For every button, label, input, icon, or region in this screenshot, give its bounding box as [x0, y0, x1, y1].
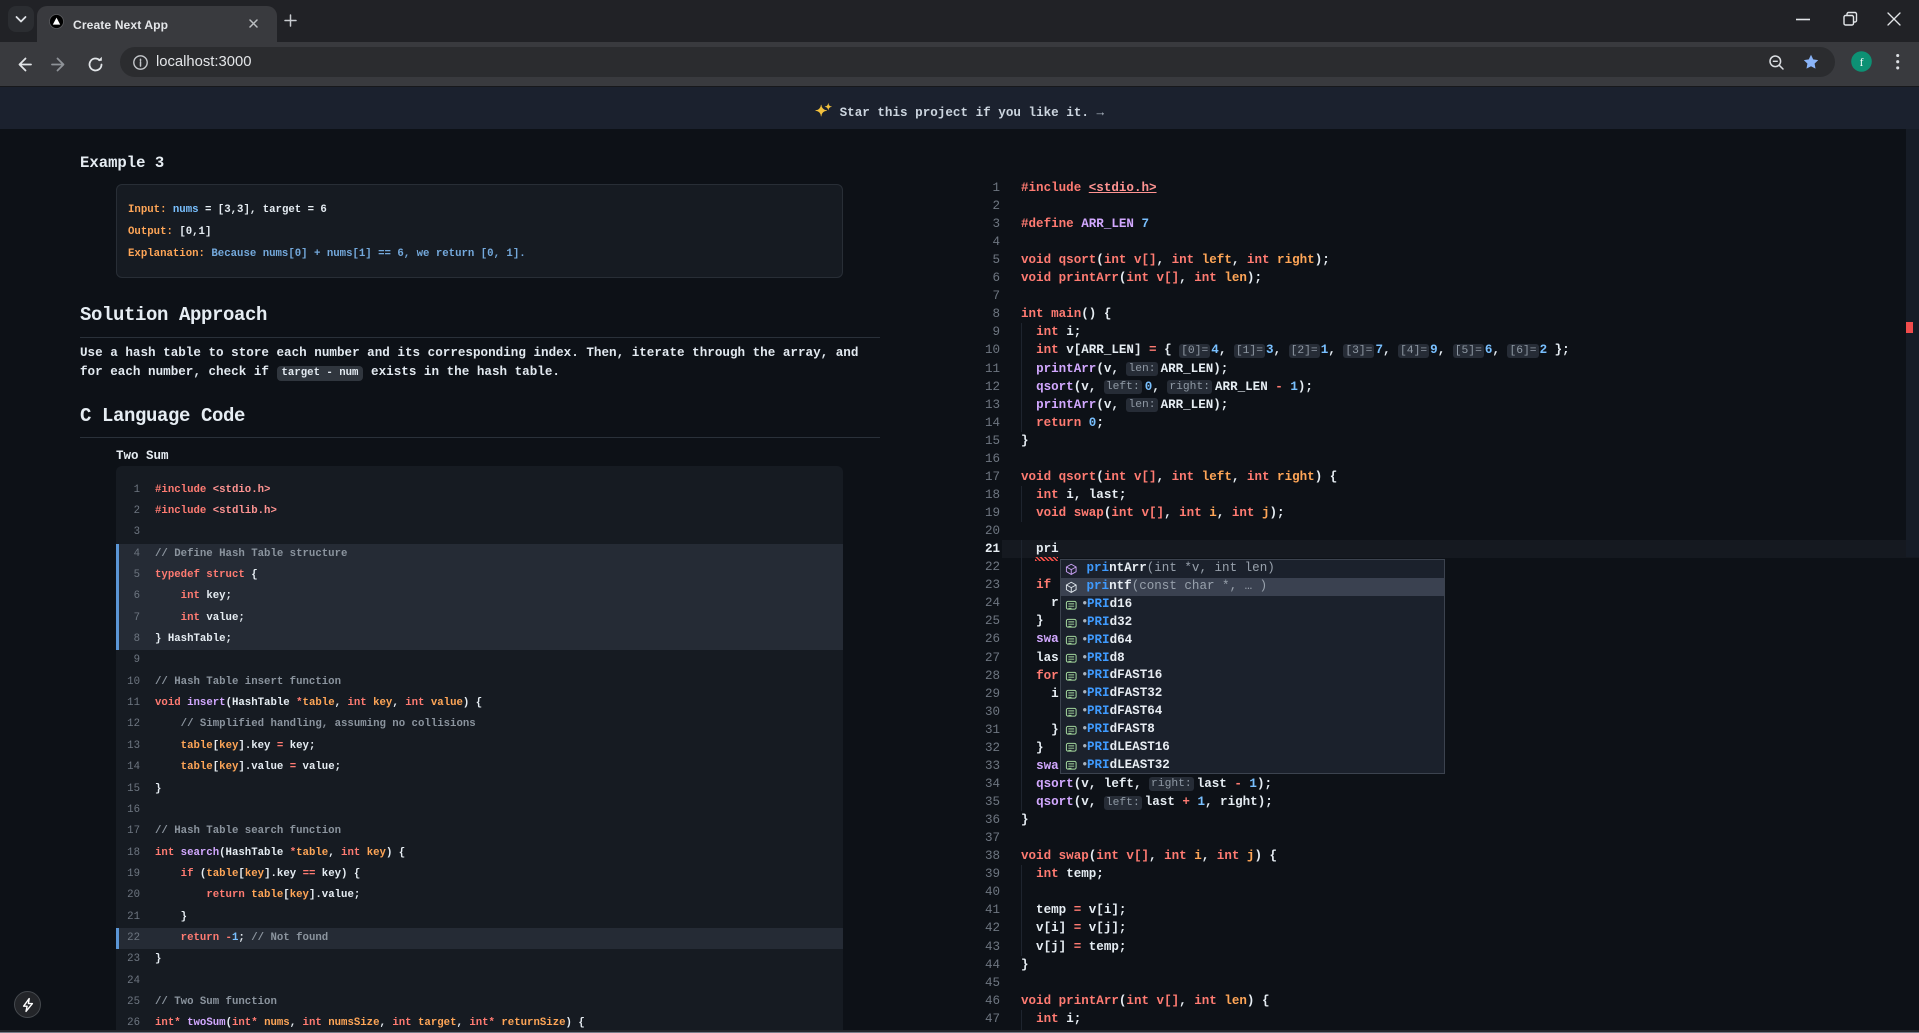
svg-text:f: f — [1859, 57, 1863, 69]
